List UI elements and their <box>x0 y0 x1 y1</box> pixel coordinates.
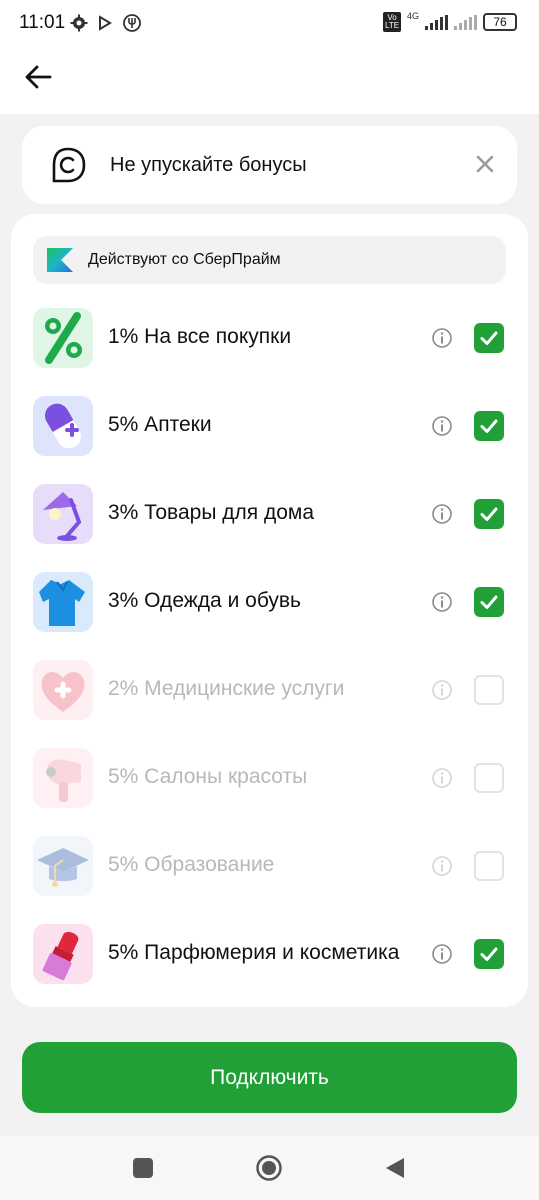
top-app-bar <box>0 50 539 114</box>
category-checkbox[interactable] <box>474 763 504 793</box>
category-row[interactable]: 3% Одежда и обувь <box>11 572 528 660</box>
category-checkbox[interactable] <box>474 851 504 881</box>
checkmark-icon <box>480 419 498 433</box>
category-label: 2% Медицинские услуги <box>108 677 345 700</box>
info-icon[interactable] <box>431 327 453 349</box>
connect-button[interactable]: Подключить <box>22 1042 517 1113</box>
lamp-icon <box>33 484 93 544</box>
network-type: 4G <box>406 11 419 21</box>
signal-bars-icon <box>425 14 448 30</box>
volte-badge: Vo LTE <box>382 12 401 32</box>
category-checkbox[interactable] <box>474 587 504 617</box>
bonus-banner-text: Не упускайте бонусы <box>110 154 307 176</box>
category-row[interactable]: 2% Медицинские услуги <box>11 660 528 748</box>
category-row[interactable]: 5% Салоны красоты <box>11 748 528 836</box>
category-row[interactable]: 1% На все покупки <box>11 308 528 396</box>
system-navigation-bar <box>0 1136 539 1200</box>
category-row[interactable]: 3% Товары для дома <box>11 484 528 572</box>
sberprime-label: Действуют со СберПрайм <box>88 251 281 268</box>
status-time: 11:01 <box>19 12 66 33</box>
category-label: 1% На все покупки <box>108 325 292 348</box>
sberprime-info-pill: Действуют со СберПрайм <box>33 236 506 284</box>
info-icon[interactable] <box>431 679 453 701</box>
info-icon[interactable] <box>431 591 453 613</box>
category-label: 3% Товары для дома <box>108 501 315 524</box>
hair-dryer-icon <box>33 748 93 808</box>
status-bar: 11:01 Vo LTE 4G 76 <box>0 0 539 50</box>
shirt-icon <box>33 572 93 632</box>
category-row[interactable]: 5% Аптеки <box>11 396 528 484</box>
category-label: 5% Салоны красоты <box>108 765 308 788</box>
play-store-icon <box>99 15 112 31</box>
checkmark-icon <box>480 507 498 521</box>
category-checkbox[interactable] <box>474 411 504 441</box>
category-row[interactable]: 5% Образование <box>11 836 528 924</box>
info-icon[interactable] <box>431 503 453 525</box>
sberprime-logo-icon <box>47 248 73 272</box>
category-label: 5% Образование <box>108 853 275 876</box>
info-icon[interactable] <box>431 767 453 789</box>
cashback-categories-card: Действуют со СберПрайм 1% На все покупки <box>11 214 528 1007</box>
lipstick-icon <box>33 924 93 984</box>
checkmark-icon <box>480 331 498 345</box>
category-checkbox[interactable] <box>474 323 504 353</box>
home-icon[interactable] <box>255 1154 283 1182</box>
checkmark-icon <box>480 947 498 961</box>
bonus-banner: Не упускайте бонусы <box>22 126 517 204</box>
checkmark-icon <box>480 595 498 609</box>
category-checkbox[interactable] <box>474 675 504 705</box>
info-icon[interactable] <box>431 415 453 437</box>
medical-heart-icon <box>33 660 93 720</box>
category-row[interactable]: 5% Парфюмерия и косметика <box>11 924 528 1012</box>
percent-icon <box>33 308 93 368</box>
back-arrow-icon[interactable] <box>22 62 56 92</box>
category-label: 5% Аптеки <box>108 413 212 436</box>
recent-apps-icon[interactable] <box>133 1158 153 1178</box>
pill-icon <box>33 396 93 456</box>
signal-bars-secondary-icon <box>454 14 477 30</box>
battery-indicator: 76 <box>483 13 517 31</box>
close-icon[interactable] <box>471 150 499 178</box>
category-checkbox[interactable] <box>474 939 504 969</box>
category-label: 5% Парфюмерия и косметика <box>108 941 400 964</box>
info-icon[interactable] <box>431 855 453 877</box>
nav-back-icon[interactable] <box>384 1156 406 1180</box>
settings-gear-icon <box>70 14 88 32</box>
category-label: 3% Одежда и обувь <box>108 589 301 612</box>
category-checkbox[interactable] <box>474 499 504 529</box>
fork-knife-icon <box>123 14 141 32</box>
sber-spasibo-logo-icon <box>52 147 86 183</box>
info-icon[interactable] <box>431 943 453 965</box>
graduation-cap-icon <box>33 836 93 896</box>
